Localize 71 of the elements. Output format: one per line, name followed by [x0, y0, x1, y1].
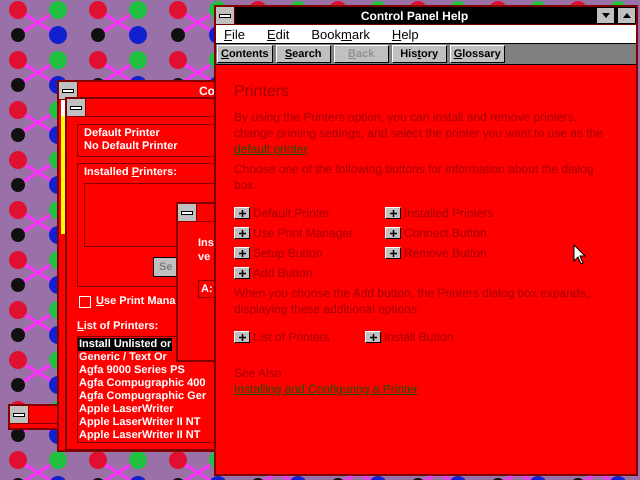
expand-button[interactable]: [385, 207, 401, 219]
topic-link[interactable]: Installing and Configuring a Printer: [234, 381, 418, 397]
option-label: Add Button: [253, 265, 312, 281]
toolbar-button[interactable]: Glossary: [450, 45, 505, 63]
expand-button[interactable]: [234, 247, 250, 259]
setup-button[interactable]: Se: [153, 257, 177, 277]
menu-item[interactable]: Edit: [266, 26, 290, 42]
toolbar-button[interactable]: Contents: [217, 45, 273, 63]
mouse-pointer-icon: [573, 244, 586, 265]
printer-item[interactable]: Apple LaserWriter II NT: [78, 429, 202, 442]
printer-item[interactable]: Agfa Compugraphic 400: [78, 377, 207, 390]
menu-item[interactable]: Bookmark: [311, 26, 370, 42]
expand-button[interactable]: [234, 267, 250, 279]
expand-button[interactable]: [365, 331, 381, 343]
system-menu-button[interactable]: [10, 406, 29, 423]
expand-button[interactable]: [234, 227, 250, 239]
expand-button[interactable]: [385, 247, 401, 259]
printer-item[interactable]: Apple LaserWriter II NT: [78, 416, 202, 429]
expand-button[interactable]: [234, 331, 250, 343]
plus-icon: [370, 334, 376, 340]
dialog-text: Ins: [198, 236, 214, 250]
plus-icon: [238, 210, 246, 216]
option-label: Connect Button: [404, 225, 487, 241]
list-label: List of Printers:: [77, 320, 158, 333]
expand-button[interactable]: [234, 207, 250, 219]
system-menu-button[interactable]: [67, 99, 86, 116]
toolbar-button[interactable]: History: [392, 45, 447, 63]
option-label: List of Printers: [253, 329, 330, 345]
window-title: Co: [199, 84, 215, 98]
plus-icon: [238, 334, 246, 340]
plus-icon: [390, 210, 396, 216]
plus-icon: [238, 230, 246, 236]
option-label: Remove Button: [404, 245, 487, 261]
paragraph: By using the Printers option, you can install and remove printers, change printing settings, and select the printer you want to use as the default printer.: [234, 109, 604, 157]
plus-icon: [390, 230, 396, 236]
group-label: Default Printer: [84, 127, 160, 140]
paragraph: Choose one of the following buttons for information about the dialog box.: [234, 161, 595, 193]
see-also-heading: See Also: [234, 365, 282, 381]
maximize-button[interactable]: [617, 7, 636, 24]
option-label: Use Print Manager: [253, 225, 354, 241]
checkbox[interactable]: [79, 296, 91, 308]
printer-item[interactable]: Install Unlisted or: [78, 338, 172, 351]
checkbox-label: Use Print Mana: [96, 295, 176, 308]
menu-item[interactable]: File: [224, 26, 245, 42]
option-label: Install Button: [384, 329, 454, 345]
toolbar-button[interactable]: Search: [276, 45, 331, 63]
printer-item[interactable]: Agfa 9000 Series PS: [78, 364, 186, 377]
plus-icon: [238, 250, 246, 256]
printer-item[interactable]: Agfa Compugraphic Ger: [78, 390, 208, 403]
default-printer-value: No Default Printer: [84, 140, 178, 153]
printer-item[interactable]: Apple LaserWriter: [78, 403, 175, 416]
plus-icon: [390, 250, 396, 256]
topic-heading: Printers: [234, 83, 290, 101]
system-menu-button[interactable]: [216, 7, 235, 24]
down-arrow-icon: [602, 13, 610, 18]
paragraph: When you choose the Add button, the Printers dialog box expands, displaying these additional options:: [234, 285, 590, 317]
group-label: Installed Printers:: [84, 166, 177, 179]
glossary-link[interactable]: default printer: [234, 142, 307, 156]
menu-item[interactable]: Help: [392, 26, 419, 42]
printer-item[interactable]: Generic / Text Or: [78, 351, 168, 364]
expand-button[interactable]: [385, 227, 401, 239]
option-label: Setup Button: [253, 245, 322, 261]
option-label: Default Printer: [253, 205, 330, 221]
plus-icon: [238, 270, 246, 276]
dialog-text: ve: [198, 250, 210, 264]
system-menu-button[interactable]: [59, 82, 78, 99]
minimize-button[interactable]: [596, 7, 615, 24]
up-arrow-icon: [622, 13, 630, 18]
option-label: Installed Printers: [404, 205, 494, 221]
window-title: Control Panel Help: [360, 8, 470, 22]
system-menu-button[interactable]: [178, 204, 197, 221]
